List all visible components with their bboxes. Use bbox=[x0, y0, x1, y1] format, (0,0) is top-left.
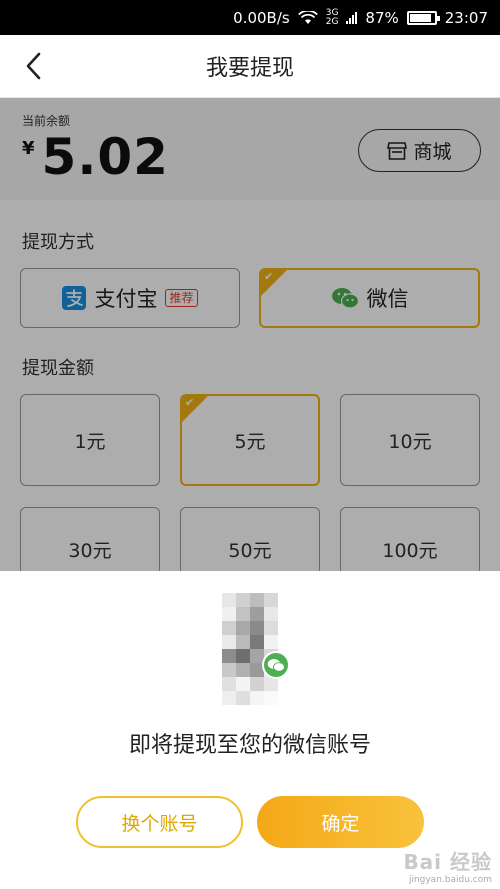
chevron-left-icon bbox=[26, 52, 41, 80]
avatar bbox=[222, 593, 278, 705]
page-title: 我要提现 bbox=[205, 56, 294, 81]
switch-account-button[interactable]: 换个账号 bbox=[76, 796, 243, 848]
wifi-icon bbox=[297, 10, 318, 24]
watermark: Bai 经验 jingyan.baidu.com bbox=[403, 846, 492, 885]
network-type: 3G 2G bbox=[325, 7, 339, 27]
confirm-sheet: 即将提现至您的微信账号 换个账号 确定 Bai 经验 jingyan.baidu… bbox=[0, 571, 500, 889]
wechat-badge-icon bbox=[262, 651, 290, 679]
watermark-main: Bai 经验 bbox=[403, 850, 492, 874]
clock: 23:07 bbox=[444, 8, 488, 27]
confirm-button[interactable]: 确定 bbox=[257, 796, 424, 848]
signal-icon bbox=[346, 11, 358, 24]
battery-percent: 87% bbox=[365, 8, 399, 27]
status-bar: 0.00B/s 3G 2G 87% 23:07 bbox=[0, 0, 500, 35]
sheet-message: 即将提现至您的微信账号 bbox=[128, 733, 371, 758]
dim-overlay[interactable] bbox=[0, 98, 500, 571]
watermark-sub: jingyan.baidu.com bbox=[408, 875, 492, 885]
nav-bar: 我要提现 bbox=[0, 35, 500, 98]
back-button[interactable] bbox=[18, 49, 48, 83]
network-speed: 0.00B/s bbox=[233, 8, 290, 27]
battery-icon bbox=[406, 10, 440, 25]
